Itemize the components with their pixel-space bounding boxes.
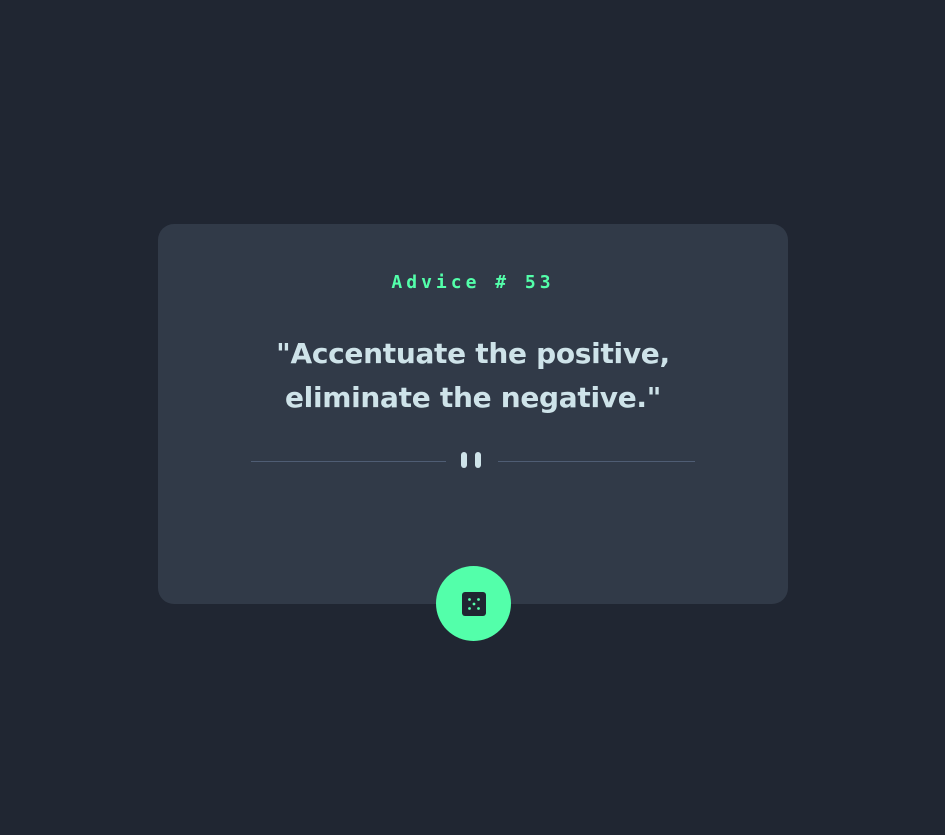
advice-quote: "Accentuate the positive, eliminate the … — [276, 337, 670, 414]
dice-icon — [461, 591, 486, 616]
pause-icon — [461, 452, 483, 470]
advice-card: Advice # 53 "Accentuate the positive, el… — [158, 224, 788, 604]
divider-line-left — [251, 461, 446, 462]
divider-line-right — [498, 461, 695, 462]
pattern-divider — [251, 452, 695, 470]
advice-number-label: Advice # 53 — [391, 272, 555, 293]
new-advice-button[interactable] — [436, 566, 511, 641]
